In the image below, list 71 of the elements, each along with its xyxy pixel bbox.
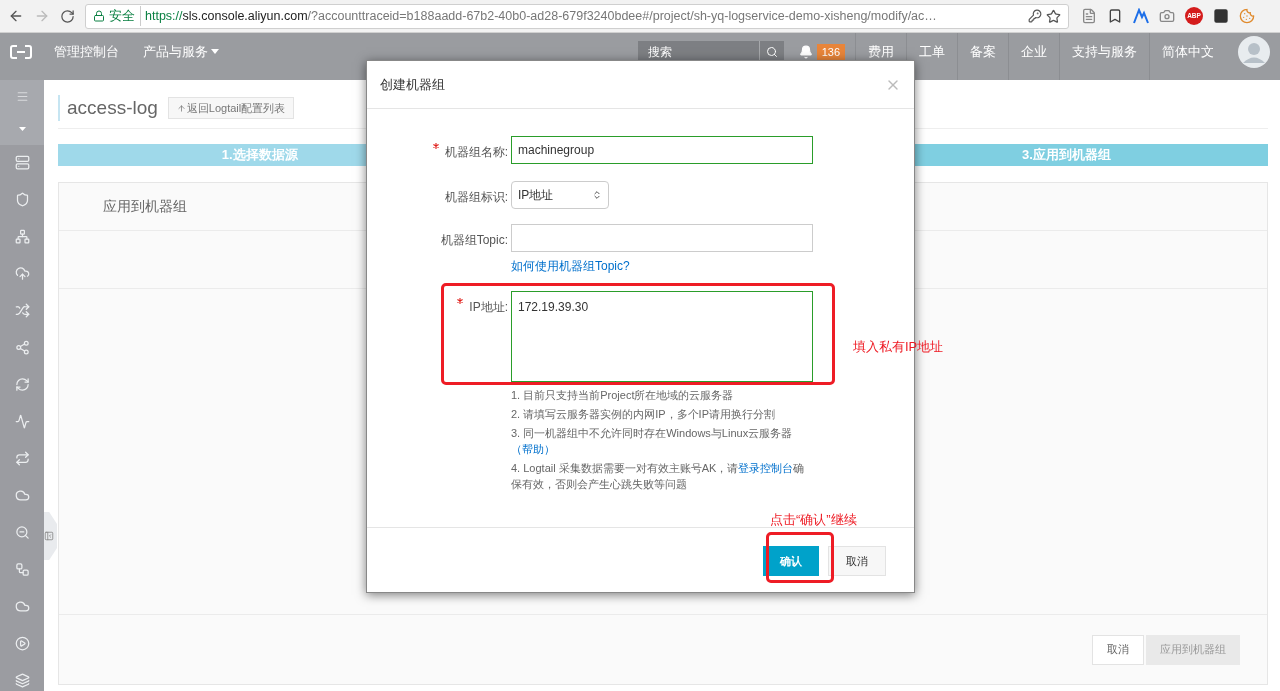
play-icon[interactable] xyxy=(14,636,30,651)
page-title: access-log xyxy=(58,95,158,121)
workflow-icon[interactable] xyxy=(14,562,30,577)
lock-icon xyxy=(93,10,105,22)
secure-label: 安全 xyxy=(109,6,141,26)
share-icon[interactable] xyxy=(14,340,30,355)
zoom-out-icon[interactable] xyxy=(14,525,30,540)
field-label: 机器组Topic: xyxy=(440,232,508,249)
nav-link[interactable]: 企业 xyxy=(1008,33,1059,80)
back-button[interactable]: 返回Logtail配置列表 xyxy=(167,97,295,119)
reload-icon[interactable] xyxy=(60,8,75,24)
address-bar[interactable]: 安全 https://sls.console.aliyun.com/?accounttraceid=b188aadd-67b2-40b0-ad28-679f3240bdee#/project/sh-yq-logservice-demo-xisheng/modify/ac… xyxy=(85,3,1069,29)
activity-icon[interactable] xyxy=(14,414,30,429)
cloud-logo-icon[interactable] xyxy=(10,44,32,59)
bell-icon[interactable] xyxy=(798,44,813,59)
note-text: 4. Logtail 采集数据需要一对有效主账号AK，请登录控制台确保有效，否则会产生心跳失败等问题 xyxy=(511,461,806,492)
help-link[interactable]: 登录控制台 xyxy=(738,462,794,474)
bookmark-icon[interactable] xyxy=(1107,8,1123,24)
camera-icon[interactable] xyxy=(1159,8,1175,24)
cookie-icon[interactable] xyxy=(1239,8,1255,24)
card-title: 应用到机器组 xyxy=(103,197,187,216)
annotation-text: 填入私有IP地址 xyxy=(853,338,944,356)
refresh-icon[interactable] xyxy=(14,377,30,392)
note-text: 1. 目前只支持当前Project所在地域的云服务器 xyxy=(511,388,735,403)
up-down-icon xyxy=(592,190,602,200)
cancel-button[interactable]: 取消 xyxy=(1092,634,1144,665)
notification-count[interactable]: 136 xyxy=(816,43,845,60)
note-text: 3. 同一机器组中不允许同时存在Windows与Linux云服务器 （帮助） xyxy=(511,426,794,457)
field-label: 机器组标识: xyxy=(444,189,508,206)
menu-icon[interactable] xyxy=(15,89,29,103)
note-text: 2. 请填写云服务器实例的内网IP，多个IP请用换行分割 xyxy=(511,407,777,422)
layers-icon[interactable] xyxy=(14,673,30,688)
field-label: IP地址: xyxy=(469,299,508,316)
cloud-icon[interactable] xyxy=(14,599,30,614)
arrow-up-icon xyxy=(176,103,186,113)
shuffle-icon[interactable] xyxy=(14,303,30,318)
repeat-icon[interactable] xyxy=(14,451,30,466)
products-menu[interactable]: 产品与服务 xyxy=(143,41,219,62)
dialog-title: 创建机器组 xyxy=(380,75,445,94)
select-field[interactable]: IP地址 xyxy=(511,181,609,209)
caret-icon[interactable] xyxy=(18,126,26,131)
network-icon[interactable] xyxy=(14,229,30,244)
document-icon[interactable] xyxy=(1081,8,1097,24)
nav-link[interactable]: 管理控制台 xyxy=(54,41,119,62)
text-field[interactable]: machinegroup xyxy=(511,136,813,164)
square-icon[interactable] xyxy=(1213,8,1229,24)
search-field[interactable]: 搜索 xyxy=(637,40,784,63)
cancel-button[interactable]: 取消 xyxy=(828,546,886,576)
shield-icon[interactable] xyxy=(14,192,30,207)
server-icon[interactable] xyxy=(14,155,30,170)
cloud-icon[interactable] xyxy=(14,488,30,503)
nav-link[interactable]: 支持与服务 xyxy=(1059,33,1149,80)
text-field[interactable] xyxy=(511,224,813,252)
url-text: https://sls.console.aliyun.com/?accounttraceid=b188aadd-67b2-40b0-ad28-679f3240bdee#/project/sh-yq-logservice-demo-xisheng/modify/ac… xyxy=(145,7,938,25)
caret-icon xyxy=(211,49,219,54)
star-icon[interactable] xyxy=(1046,8,1061,24)
key-icon[interactable] xyxy=(1028,9,1042,23)
annotation-text: 点击“确认”继续 xyxy=(770,511,857,529)
highlight-overlay xyxy=(766,532,834,583)
avatar-icon[interactable] xyxy=(1238,35,1270,68)
cloud-upload-icon[interactable] xyxy=(14,266,30,281)
forward-icon[interactable] xyxy=(34,8,50,24)
nav-link[interactable]: 简体中文 xyxy=(1149,33,1226,80)
nav-link[interactable]: 备案 xyxy=(957,33,1008,80)
topic-help-link[interactable]: 如何使用机器组Topic? xyxy=(511,259,630,273)
mountain-logo-icon[interactable] xyxy=(1133,8,1149,24)
confirm-button[interactable]: 确认 xyxy=(763,546,819,576)
search-icon[interactable] xyxy=(765,45,778,58)
help-link[interactable]: （帮助） xyxy=(511,443,555,455)
collapse-handle[interactable] xyxy=(44,512,57,560)
back-icon[interactable] xyxy=(8,8,24,24)
